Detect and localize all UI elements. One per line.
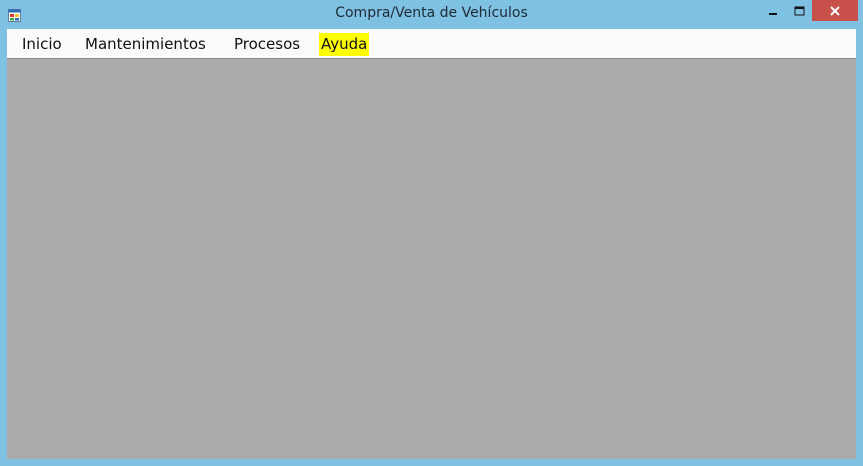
app-window: Compra/Venta de Vehículos Inicio Manteni… (0, 0, 863, 466)
close-button[interactable] (812, 0, 858, 21)
title-bar[interactable]: Compra/Venta de Vehículos (0, 0, 863, 29)
window-title: Compra/Venta de Vehículos (335, 5, 528, 21)
menu-item-inicio[interactable]: Inicio (20, 33, 64, 56)
close-icon (830, 5, 840, 16)
menu-item-ayuda[interactable]: Ayuda (319, 33, 370, 56)
minimize-button[interactable] (760, 0, 786, 21)
minimize-icon (769, 12, 777, 15)
client-area: Inicio Mantenimientos Procesos Ayuda (7, 29, 856, 459)
menu-item-procesos[interactable]: Procesos (232, 33, 302, 56)
maximize-button[interactable] (786, 0, 812, 21)
menu-item-mantenimientos[interactable]: Mantenimientos (83, 33, 208, 56)
menu-bar: Inicio Mantenimientos Procesos Ayuda (7, 29, 856, 59)
mdi-workspace[interactable] (7, 59, 856, 459)
maximize-icon (794, 6, 804, 15)
